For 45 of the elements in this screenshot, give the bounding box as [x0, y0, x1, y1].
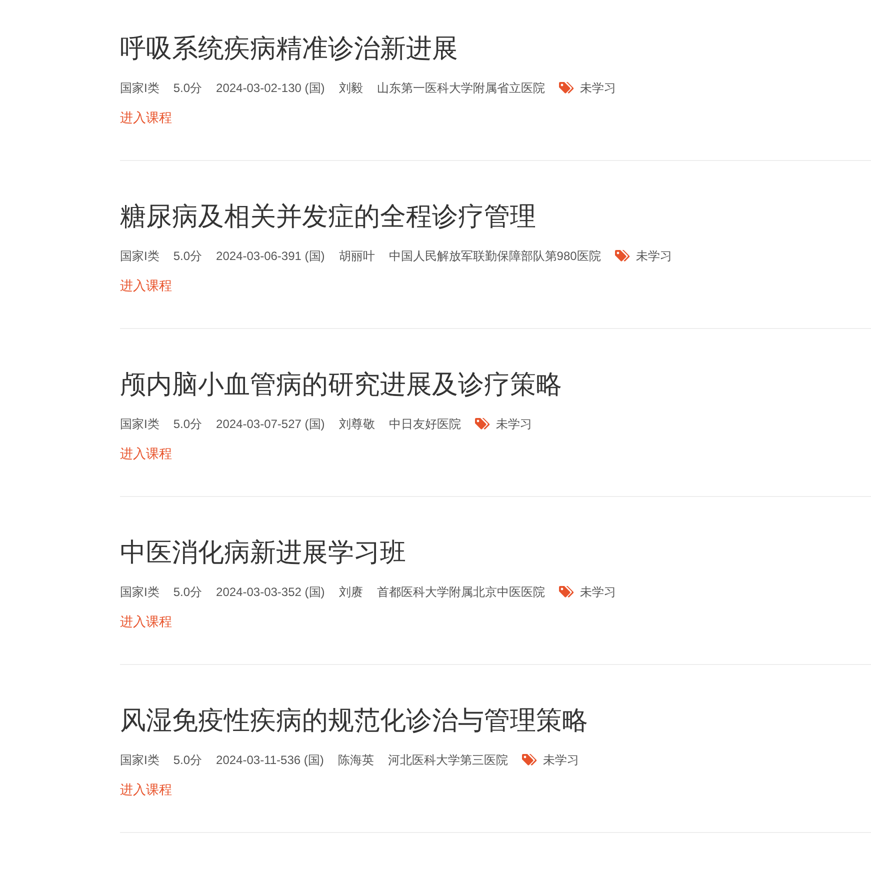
enter-course-link[interactable]: 进入课程	[120, 614, 172, 629]
course-category: 国家I类	[120, 248, 160, 265]
institution-name: 中国人民解放军联勤保障部队第980医院	[388, 248, 601, 265]
tag-icon	[522, 754, 538, 766]
course-category: 国家I类	[120, 416, 160, 433]
course-title: 颅内脑小血管病的研究进展及诊疗策略	[120, 368, 563, 401]
tag-icon	[474, 418, 491, 430]
study-status: 未学习	[496, 416, 532, 433]
course-credit: 5.0分	[173, 248, 202, 265]
lecturer-name: 刘毅	[338, 80, 363, 97]
course-code: 2024-03-06-391 (国)	[216, 248, 325, 265]
lecturer-name: 刘赓	[338, 584, 363, 601]
course-title: 中医消化病新进展学习班	[120, 536, 407, 569]
course-code: 2024-03-11-536 (国)	[216, 752, 324, 769]
course-title: 糖尿病及相关并发症的全程诊疗管理	[120, 200, 537, 233]
enter-course-link[interactable]: 进入课程	[120, 782, 172, 797]
course-code: 2024-03-02-130 (国)	[216, 80, 325, 97]
lecturer-name: 胡丽叶	[338, 248, 375, 265]
course-title: 呼吸系统疾病精准诊治新进展	[120, 32, 459, 65]
course-category: 国家I类	[120, 584, 160, 601]
tag-icon	[558, 586, 575, 598]
course-credit: 5.0分	[173, 752, 202, 769]
course-category: 国家I类	[120, 80, 160, 97]
course-credit: 5.0分	[173, 584, 202, 601]
course-code: 2024-03-07-527 (国)	[216, 416, 325, 433]
course-credit: 5.0分	[173, 80, 202, 97]
course-code: 2024-03-03-352 (国)	[216, 584, 325, 601]
course-credit: 5.0分	[173, 416, 202, 433]
enter-course-link[interactable]: 进入课程	[120, 278, 172, 293]
study-status: 未学习	[580, 584, 616, 601]
lecturer-name: 刘尊敬	[338, 416, 375, 433]
institution-name: 中日友好医院	[388, 416, 461, 433]
course-title: 风湿免疫性疾病的规范化诊治与管理策略	[120, 704, 589, 737]
enter-course-link[interactable]: 进入课程	[120, 446, 172, 461]
tag-icon	[614, 250, 631, 262]
study-status: 未学习	[636, 248, 672, 265]
tag-icon	[558, 82, 575, 94]
enter-course-link[interactable]: 进入课程	[120, 110, 172, 125]
institution-name: 山东第一医科大学附属省立医院	[376, 80, 545, 97]
institution-name: 河北医科大学第三医院	[388, 752, 508, 769]
institution-name: 首都医科大学附属北京中医医院	[376, 584, 545, 601]
study-status: 未学习	[542, 752, 579, 769]
lecturer-name: 陈海英	[338, 752, 374, 769]
study-status: 未学习	[580, 80, 616, 97]
course-category: 国家I类	[120, 752, 160, 769]
